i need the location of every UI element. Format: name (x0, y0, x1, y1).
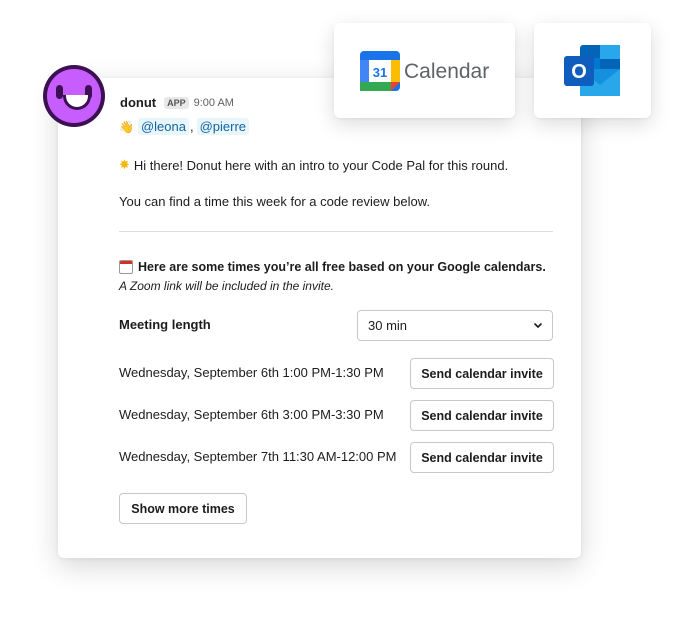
meeting-length-select[interactable]: 30 min (357, 310, 553, 341)
meeting-length-value: 30 min (368, 318, 408, 333)
mention-leona[interactable]: @leona (137, 118, 189, 135)
zoom-note: A Zoom link will be included in the invi… (119, 279, 334, 293)
calendar-emoji-icon (119, 260, 133, 274)
intro-text: Hi there! Donut here with an intro to yo… (133, 157, 509, 173)
donut-face-icon (47, 69, 101, 123)
donut-avatar[interactable] (43, 65, 105, 127)
send-invite-button-3[interactable]: Send calendar invite (410, 442, 554, 473)
send-invite-button-1[interactable]: Send calendar invite (410, 358, 554, 389)
google-calendar-tile[interactable]: 31 Calendar (334, 23, 515, 118)
time-slot-3: Wednesday, September 7th 11:30 AM-12:00 … (119, 449, 397, 464)
time-slot-2: Wednesday, September 6th 3:00 PM-3:30 PM (119, 407, 384, 422)
times-title-text: Here are some times you’re all free base… (138, 260, 546, 274)
outlook-icon: O (564, 45, 620, 96)
sender-name[interactable]: donut (120, 95, 156, 110)
svg-text:31: 31 (373, 65, 387, 80)
mention-pierre[interactable]: @pierre (196, 118, 250, 135)
intro-line: ✸ Hi there! Donut here with an intro to … (119, 157, 508, 173)
svg-text:O: O (571, 61, 587, 83)
google-calendar-icon: 31 (360, 51, 400, 91)
meeting-length-label: Meeting length (119, 317, 211, 332)
outlook-tile[interactable]: O (534, 23, 651, 118)
message-timestamp[interactable]: 9:00 AM (194, 97, 234, 109)
prompt-text: You can find a time this week for a code… (119, 194, 430, 209)
send-invite-button-2[interactable]: Send calendar invite (410, 400, 554, 431)
time-slot-1: Wednesday, September 6th 1:00 PM-1:30 PM (119, 365, 384, 380)
times-heading: Here are some times you’re all free base… (119, 260, 546, 274)
avatar-mouth (63, 95, 91, 110)
mention-separator: , (189, 119, 194, 134)
avatar-left-eye (56, 85, 63, 99)
mentions-line: 👋 @leona , @pierre (119, 118, 250, 135)
app-badge: APP (164, 96, 189, 109)
message-header: donut APP 9:00 AM (120, 95, 234, 110)
show-more-times-button[interactable]: Show more times (119, 493, 247, 524)
google-calendar-label: Calendar (404, 60, 490, 83)
sun-icon: ✸ (119, 157, 130, 172)
chevron-down-icon (534, 323, 542, 328)
waving-hand-icon: 👋 (119, 119, 134, 134)
divider (119, 231, 553, 232)
